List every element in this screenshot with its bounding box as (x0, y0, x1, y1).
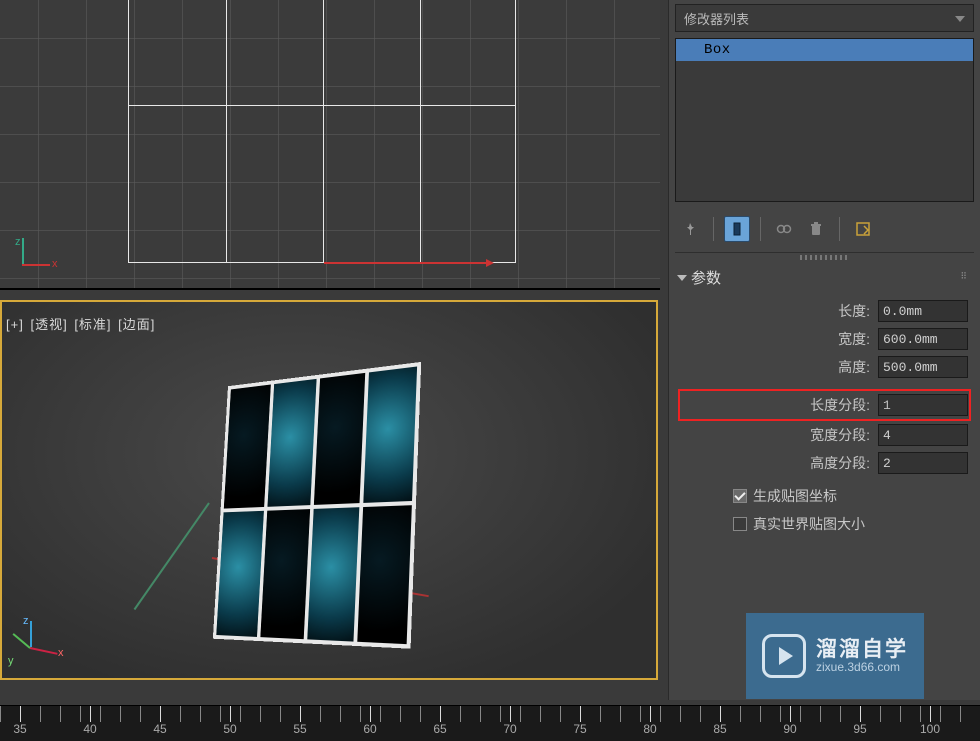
viewport-label[interactable]: [+] [透视] [标准] [边面] (6, 314, 157, 333)
height-segs-label: 高度分段: (681, 453, 878, 473)
timeline-tick-label: 45 (153, 722, 166, 736)
timeline-tick-label: 60 (363, 722, 376, 736)
width-segs-label: 宽度分段: (681, 425, 878, 445)
length-segs-label: 长度分段: (681, 395, 878, 415)
vp-menu-plus[interactable]: [+] (6, 317, 24, 332)
rollout-title: 参数 (691, 267, 721, 288)
watermark-logo: 溜溜自学 zixue.3d66.com (746, 613, 924, 699)
length-segs-row-highlighted: 长度分段: (681, 392, 968, 418)
box-object[interactable] (213, 362, 421, 649)
length-input[interactable] (879, 304, 980, 319)
pin-icon (682, 221, 698, 237)
height-input[interactable] (879, 360, 980, 375)
timeline-tick-label: 40 (83, 722, 96, 736)
viewport-top[interactable]: zx (0, 0, 660, 290)
params-rollout: 长度: 宽度: 高度: 长度分段: (675, 292, 974, 536)
x-axis-line (324, 262, 492, 264)
watermark-url: zixue.3d66.com (816, 661, 908, 674)
rollout-header-params[interactable]: 参数 ⠿ (675, 263, 974, 292)
rollout-grip-icon: ⠿ (960, 271, 968, 282)
axis-gizmo-persp: zxy (8, 617, 63, 672)
wireframe-box (128, 0, 516, 263)
modify-panel: 修改器列表 Box 参数 ⠿ 长度: (668, 0, 980, 700)
timeline-tick-label: 80 (643, 722, 656, 736)
modifier-list-label: 修改器列表 (684, 9, 749, 28)
chevron-down-icon (677, 275, 687, 281)
pin-stack-button[interactable] (677, 216, 703, 242)
timeline-tick-label: 85 (713, 722, 726, 736)
trash-icon (808, 221, 824, 237)
timeline-tick-label: 100 (920, 722, 940, 736)
height-label: 高度: (681, 357, 878, 377)
timeline-tick-label: 70 (503, 722, 516, 736)
rollout-divider[interactable] (675, 253, 974, 261)
generate-mapping-coords-checkbox[interactable] (733, 489, 747, 503)
vp-menu-shading[interactable]: [标准] (74, 317, 111, 332)
timeline-tick-label: 65 (433, 722, 446, 736)
stack-item-box[interactable]: Box (676, 39, 973, 61)
height-segs-spinner[interactable] (878, 452, 968, 474)
make-unique-button[interactable] (771, 216, 797, 242)
timeline-ruler[interactable]: 35 40 45 50 55 60 65 70 75 80 85 90 95 100 (0, 705, 980, 741)
make-unique-icon (776, 221, 792, 237)
length-spinner[interactable] (878, 300, 968, 322)
width-input[interactable] (879, 332, 980, 347)
watermark-title: 溜溜自学 (816, 638, 908, 661)
timeline-tick-label: 75 (573, 722, 586, 736)
viewport-perspective[interactable]: [+] [透视] [标准] [边面] zxy (0, 300, 658, 680)
modifier-stack-toolbar (675, 212, 974, 253)
width-spinner[interactable] (878, 328, 968, 350)
width-label: 宽度: (681, 329, 878, 349)
show-end-result-button[interactable] (724, 216, 750, 242)
real-world-map-size-label: 真实世界贴图大小 (753, 514, 865, 534)
generate-mapping-coords-label: 生成贴图坐标 (753, 486, 837, 506)
axis-gizmo-top: zx (12, 238, 52, 278)
real-world-map-size-checkbox[interactable] (733, 517, 747, 531)
configure-icon (855, 221, 871, 237)
length-segs-input[interactable] (879, 398, 980, 413)
height-segs-input[interactable] (879, 456, 980, 471)
timeline-tick-label: 55 (293, 722, 306, 736)
timeline-tick-label: 95 (853, 722, 866, 736)
vp-menu-edged[interactable]: [边面] (118, 317, 155, 332)
remove-modifier-button[interactable] (803, 216, 829, 242)
configure-sets-button[interactable] (850, 216, 876, 242)
show-end-result-icon (729, 221, 745, 237)
modifier-list-dropdown[interactable]: 修改器列表 (675, 4, 974, 32)
width-segs-input[interactable] (879, 428, 980, 443)
timeline-tick-label: 50 (223, 722, 236, 736)
width-segs-spinner[interactable] (878, 424, 968, 446)
modifier-stack[interactable]: Box (675, 38, 974, 202)
height-spinner[interactable] (878, 356, 968, 378)
timeline-tick-label: 35 (13, 722, 26, 736)
vp-menu-view[interactable]: [透视] (30, 317, 67, 332)
play-icon (762, 634, 806, 678)
length-label: 长度: (681, 301, 878, 321)
timeline-tick-label: 90 (783, 722, 796, 736)
length-segs-spinner[interactable] (878, 394, 968, 416)
y-axis-line (134, 502, 210, 610)
